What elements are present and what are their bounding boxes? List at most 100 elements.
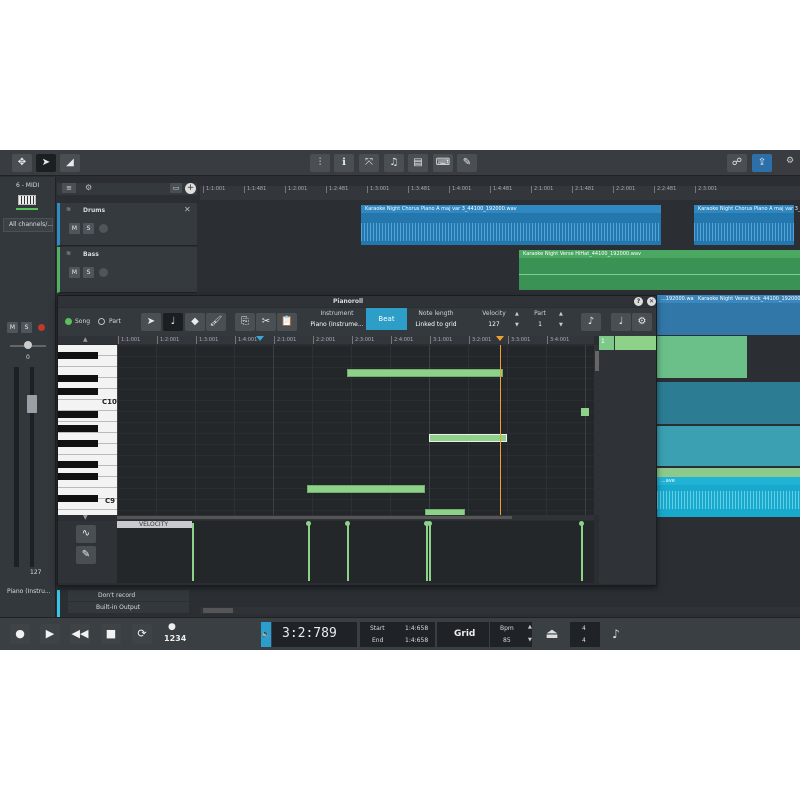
- velocity-handle[interactable]: [306, 521, 311, 526]
- part-stepper[interactable]: Part 1: [525, 308, 555, 330]
- effects-icon[interactable]: ♫: [384, 154, 404, 172]
- brush-icon[interactable]: 🖌: [206, 313, 226, 331]
- clip-teal-block[interactable]: [657, 382, 800, 424]
- pianoroll-ruler[interactable]: 1:1:001 1:2:001 1:3:001 1:4:001 2:1:001 2:2:0…: [117, 336, 594, 344]
- track-monitor-button[interactable]: [99, 224, 108, 233]
- midi-note[interactable]: [347, 369, 503, 377]
- play-button[interactable]: ▶: [40, 624, 60, 644]
- network-icon[interactable]: ☍: [727, 154, 747, 172]
- track-mute-button[interactable]: M: [69, 267, 80, 278]
- track-drums[interactable]: ≋ Drums ✕ M S: [57, 203, 197, 246]
- loop-button[interactable]: ⟳: [132, 624, 152, 644]
- black-key[interactable]: [58, 473, 98, 480]
- keyboard-icon[interactable]: ⌨: [433, 154, 453, 172]
- part-up-icon[interactable]: ▲: [559, 311, 563, 317]
- part-down-icon[interactable]: ▼: [559, 322, 563, 328]
- pencil-icon[interactable]: ✎: [457, 154, 477, 172]
- black-key[interactable]: [58, 440, 98, 447]
- clip-teal-block-2[interactable]: [657, 426, 800, 466]
- chevron-down-icon[interactable]: ▼: [83, 514, 88, 521]
- tempo-display[interactable]: Bpm 85: [490, 622, 532, 647]
- output-select[interactable]: Built-in Output: [68, 602, 189, 613]
- note-grid[interactable]: [117, 345, 594, 515]
- pan-knob[interactable]: [24, 341, 32, 349]
- stop-button[interactable]: ■: [101, 624, 121, 644]
- rewind-button[interactable]: ◀◀: [70, 624, 90, 644]
- upload-icon[interactable]: ⇪: [752, 154, 772, 172]
- mixer-icon[interactable]: ⫶: [310, 154, 330, 172]
- keyboard-scroll-up[interactable]: ▲: [58, 336, 117, 344]
- track-solo-button[interactable]: S: [83, 223, 94, 234]
- pointer-tool-icon[interactable]: ➤: [36, 154, 56, 172]
- tempo-up-icon[interactable]: ▲: [528, 624, 532, 630]
- scroll-thumb[interactable]: [117, 516, 512, 519]
- add-track-icon[interactable]: +: [185, 183, 196, 194]
- pointer-tool-icon[interactable]: ➤: [141, 313, 161, 331]
- part-marker[interactable]: 1: [599, 336, 614, 350]
- black-key[interactable]: [58, 425, 98, 432]
- piano-keyboard[interactable]: C10 C9: [58, 345, 117, 515]
- record-mode-select[interactable]: Don't record: [68, 590, 189, 601]
- track-view-icon[interactable]: ▭: [170, 183, 182, 193]
- velocity-stepper[interactable]: Velocity 127: [468, 308, 520, 330]
- tempo-down-icon[interactable]: ▼: [528, 637, 532, 643]
- black-key[interactable]: [58, 388, 98, 395]
- chevron-up-icon[interactable]: ▲: [83, 336, 88, 343]
- soundpool-icon[interactable]: ▤: [408, 154, 428, 172]
- horizontal-scrollbar[interactable]: [117, 515, 594, 520]
- black-key[interactable]: [58, 461, 98, 468]
- copy-icon[interactable]: ⎘: [235, 313, 255, 331]
- channel-mute-button[interactable]: M: [7, 322, 18, 333]
- note-length-select[interactable]: Note length Linked to grid: [410, 308, 462, 330]
- clip-drums-2[interactable]: Karaoke Night Chorus Piano A maj var 3_4…: [694, 205, 800, 245]
- grid-button[interactable]: Grid: [437, 622, 489, 647]
- midi-note[interactable]: [307, 485, 425, 493]
- note-tempo-icon[interactable]: ♪: [606, 624, 626, 644]
- beat-button[interactable]: Beat: [366, 308, 407, 330]
- velocity-bar[interactable]: [429, 523, 431, 581]
- clip-drums-1[interactable]: Karaoke Night Chorus Piano A maj var 3_4…: [361, 205, 661, 245]
- paste-icon[interactable]: 📋: [277, 313, 297, 331]
- part-block[interactable]: [615, 336, 656, 350]
- move-icon[interactable]: ✥: [12, 154, 32, 172]
- velocity-bar[interactable]: [426, 523, 428, 581]
- instrument-select[interactable]: Instrument Piano (Instrume...: [309, 308, 365, 330]
- velocity-bar[interactable]: [192, 523, 194, 581]
- track-options-icon[interactable]: ≡: [62, 183, 76, 193]
- velocity-handle[interactable]: [345, 521, 350, 526]
- black-key[interactable]: [58, 411, 98, 418]
- velocity-handle[interactable]: [579, 521, 584, 526]
- close-track-icon[interactable]: ✕: [184, 205, 191, 214]
- channel-solo-button[interactable]: S: [21, 322, 32, 333]
- volume-fader[interactable]: [27, 395, 37, 413]
- help-icon[interactable]: ?: [634, 297, 643, 306]
- count-in-button[interactable]: ● 1234: [162, 622, 186, 646]
- arranger-ruler[interactable]: 1:1:001 1:1:481 1:2:001 1:2:481 1:3:001 1:3:4…: [200, 186, 800, 200]
- velocity-bar[interactable]: [347, 523, 349, 581]
- midi-note-edge[interactable]: [581, 408, 589, 416]
- metronome-icon[interactable]: ⏏: [542, 624, 562, 644]
- clip-green-block[interactable]: [657, 336, 747, 378]
- time-signature[interactable]: 4 4: [570, 622, 600, 647]
- quantize-icon[interactable]: ♪: [581, 313, 601, 331]
- channel-selector[interactable]: All channels/...: [3, 218, 53, 232]
- eraser-icon[interactable]: ◆: [185, 313, 205, 331]
- record-button[interactable]: ●: [10, 624, 30, 644]
- note-settings-icon[interactable]: ♩: [611, 313, 631, 331]
- clip-third-1[interactable]: ...192000.wav: [657, 295, 697, 335]
- time-display[interactable]: 3:2:789: [272, 622, 357, 647]
- scroll-thumb[interactable]: [203, 608, 233, 613]
- speaker-icon[interactable]: 🔈: [261, 622, 271, 647]
- fade-tool-icon[interactable]: ◢: [60, 154, 80, 172]
- velocity-curve-icon[interactable]: ∿: [76, 525, 96, 543]
- cut-icon[interactable]: ✂: [256, 313, 276, 331]
- black-key[interactable]: [58, 375, 98, 382]
- track-monitor-button[interactable]: [99, 268, 108, 277]
- draw-note-icon[interactable]: ♩: [163, 313, 183, 331]
- pianoroll-titlebar[interactable]: Pianoroll ? ✕: [58, 296, 656, 307]
- velocity-down-icon[interactable]: ▼: [515, 322, 519, 328]
- velocity-bar[interactable]: [581, 523, 583, 581]
- track-settings-icon[interactable]: ⚙: [85, 183, 92, 192]
- track-mute-button[interactable]: M: [69, 223, 80, 234]
- playhead-marker[interactable]: [496, 336, 504, 341]
